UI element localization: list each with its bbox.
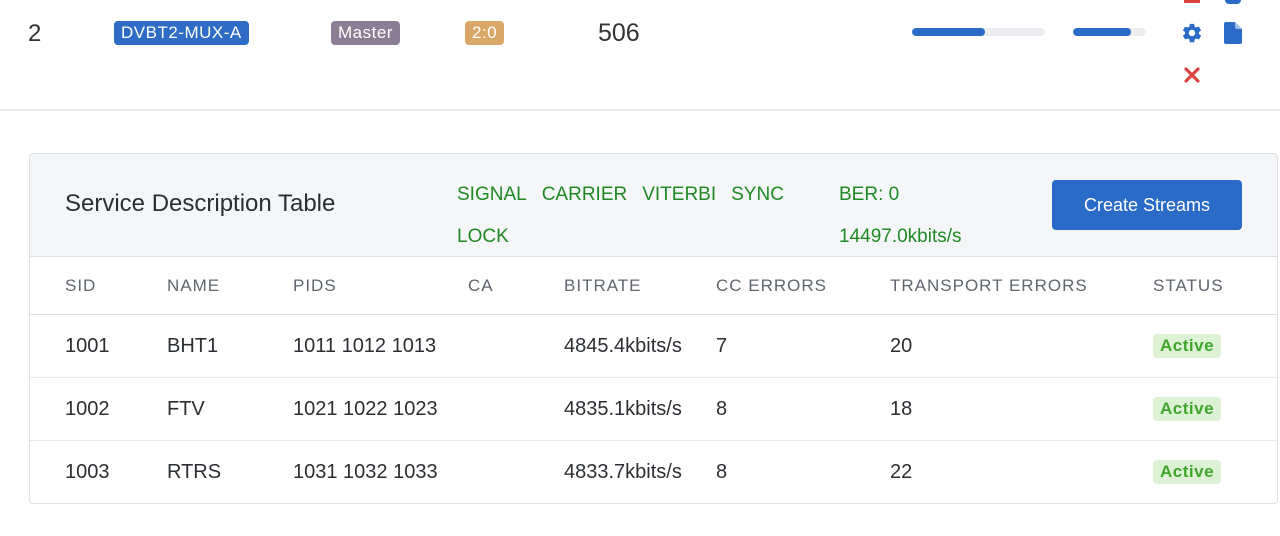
cell-transport-errors: 22 [890, 460, 913, 483]
cell-name: RTRS [167, 460, 222, 483]
flag-lock: LOCK [457, 226, 509, 247]
sdt-card: Service Description Table SIGNAL CARRIER V… [29, 153, 1278, 504]
cell-name: BHT1 [167, 314, 293, 378]
flag-viterbi: VITERBI [642, 184, 717, 205]
close-icon[interactable] [1183, 66, 1201, 84]
cell-transport-errors: 20 [890, 314, 1153, 378]
gear-icon[interactable] [1181, 22, 1203, 44]
ber-info: BER: 0 14497.0kbits/s [839, 174, 962, 258]
create-streams-button[interactable]: Create Streams [1052, 180, 1242, 230]
cell-cc-errors: 8 [716, 460, 728, 483]
card-title: Service Description Table [65, 190, 336, 217]
services-table: SID NAME PIDS CA BITRATE CC ERRORS TRANS… [30, 257, 1277, 503]
header-pids[interactable]: PIDS [293, 257, 468, 315]
cell-ca [468, 377, 564, 441]
adapter-name-badge: DVBT2-MUX-A [114, 21, 249, 45]
cell-bitrate: 4835.1kbits/s [564, 377, 716, 441]
cell-cc-errors: 7 [716, 314, 890, 378]
cell-bitrate: 4833.7kbits/s [564, 460, 682, 483]
clipped-icon-top [1184, 0, 1200, 3]
cell-sid: 1001 [30, 314, 167, 378]
header-name[interactable]: NAME [167, 257, 293, 315]
cell-ca [468, 441, 564, 504]
table-row[interactable]: 1002 FTV 1021 1022 1023 4835.1kbits/s 8 … [30, 377, 1277, 441]
sdt-card-header: Service Description Table SIGNAL CARRIER V… [30, 154, 1277, 257]
flag-signal: SIGNAL [457, 184, 527, 205]
header-status[interactable]: STATUS [1153, 257, 1277, 315]
cell-pids: 1011 1012 1013 [293, 314, 468, 378]
table-row[interactable]: 1003 RTRS 1031 1032 1033 4833.7kbits/s 8… [30, 441, 1277, 504]
signal-quality-fill [1073, 28, 1131, 36]
cell-sid: 1003 [65, 460, 110, 483]
header-cc-errors[interactable]: CC ERRORS [716, 257, 890, 315]
signal-quality-bar [1073, 28, 1146, 36]
cell-transport-errors: 18 [890, 377, 1153, 441]
lock-status-flags: SIGNAL CARRIER VITERBI SYNC LOCK [457, 174, 802, 258]
cell-sid: 1002 [30, 377, 167, 441]
file-icon[interactable] [1224, 22, 1242, 44]
clipped-icon-top [1225, 0, 1241, 4]
signal-strength-bar [912, 28, 1045, 36]
ber-value: BER: 0 [839, 184, 900, 205]
cell-status: Active [1153, 377, 1277, 441]
flag-carrier: CARRIER [541, 184, 628, 205]
adapter-number: 2 [28, 20, 42, 47]
cell-name: FTV [167, 377, 293, 441]
total-bitrate: 14497.0kbits/s [839, 226, 962, 247]
header-transport-errors[interactable]: TRANSPORT ERRORS [890, 257, 1153, 315]
flag-sync: SYNC [731, 184, 784, 205]
cell-cc-errors: 8 [716, 377, 890, 441]
signal-strength-fill [912, 28, 986, 36]
adapter-row: 2 DVBT2-MUX-A Master 2:0 506 [0, 0, 1280, 111]
cell-pids: 1021 1022 1023 [293, 377, 468, 441]
adapter-role-badge: Master [331, 21, 400, 45]
header-sid[interactable]: SID [30, 257, 167, 315]
adapter-ratio-badge: 2:0 [465, 21, 505, 45]
adapter-frequency: 506 [598, 19, 640, 47]
status-badge: Active [1153, 334, 1222, 358]
status-badge: Active [1153, 397, 1222, 421]
cell-pids: 1031 1032 1033 [293, 460, 438, 483]
cell-bitrate: 4845.4kbits/s [564, 314, 716, 378]
status-badge: Active [1153, 460, 1222, 484]
header-ca[interactable]: CA [468, 257, 564, 315]
header-bitrate[interactable]: BITRATE [564, 257, 716, 315]
cell-status: Active [1153, 441, 1277, 504]
table-header-row: SID NAME PIDS CA BITRATE CC ERRORS TRANS… [30, 257, 1277, 315]
cell-ca [468, 314, 564, 378]
cell-status: Active [1153, 314, 1277, 378]
table-row[interactable]: 1001 BHT1 1011 1012 1013 4845.4kbits/s 7… [30, 314, 1277, 378]
